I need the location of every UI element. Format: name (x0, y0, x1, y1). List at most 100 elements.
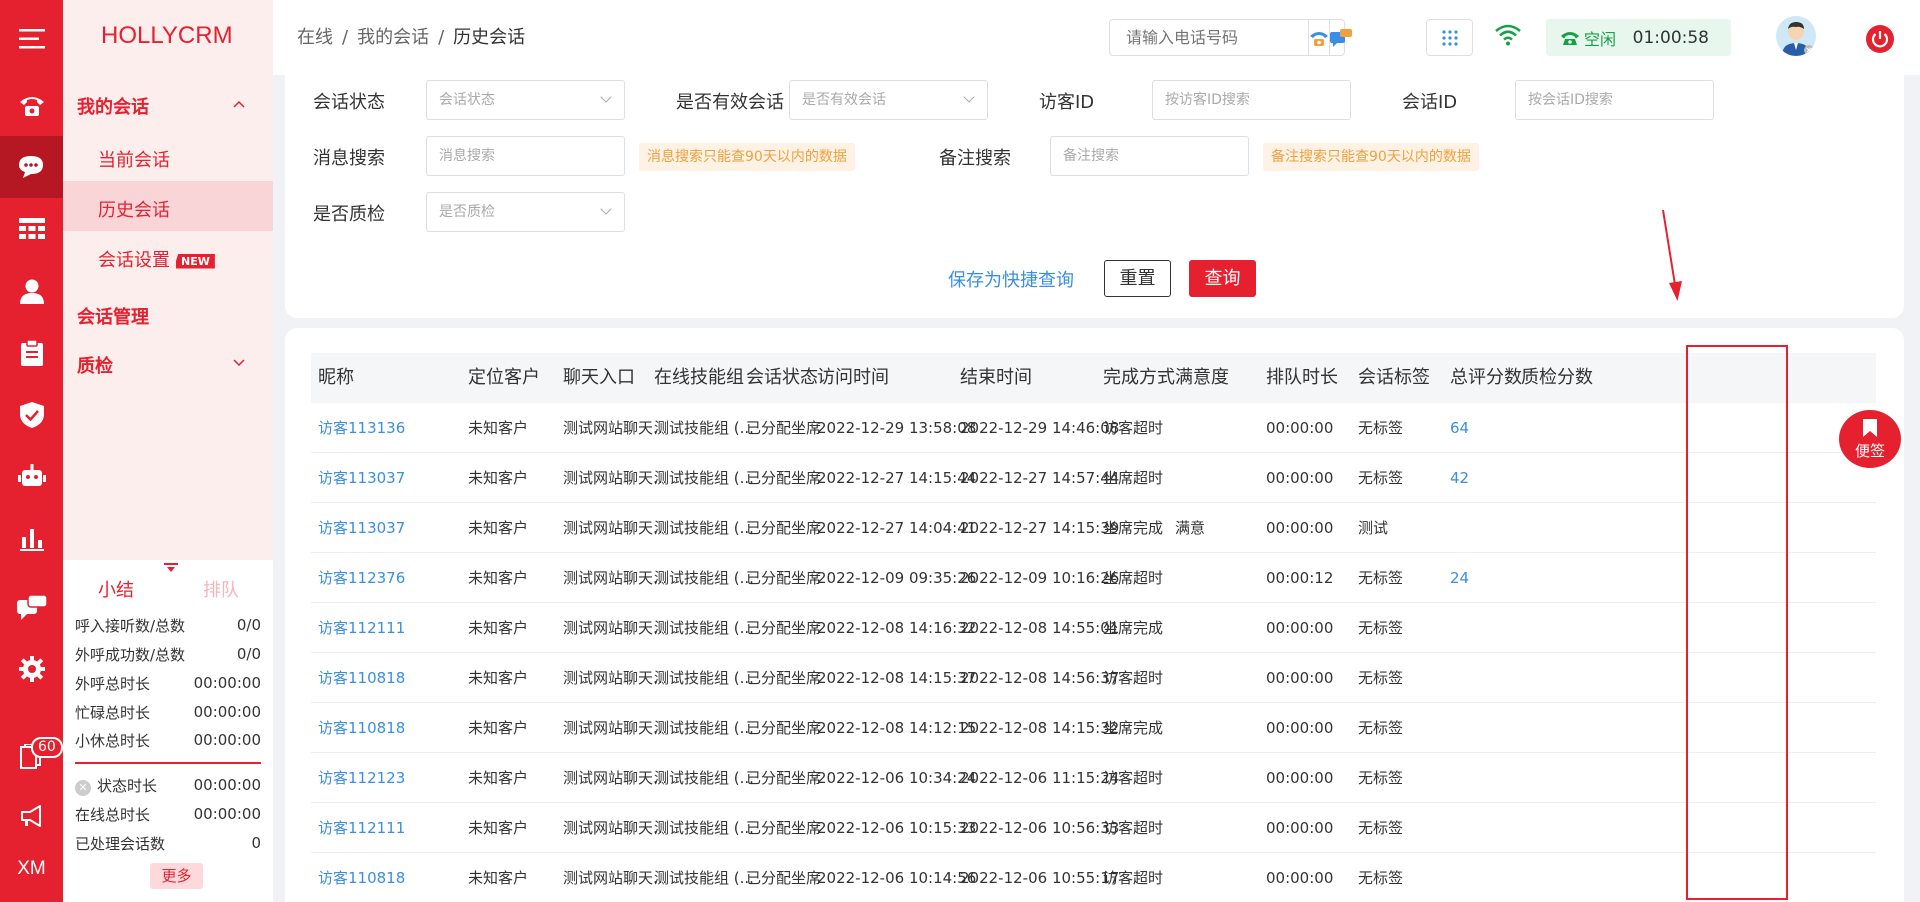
nav-group-my-sessions[interactable]: 我的会话 (77, 93, 149, 119)
cell-skill-group: 测试技能组 (... (654, 719, 754, 737)
stat-status-duration: ✕ 状态时长 00:00:00 (75, 771, 261, 799)
cell-total-score[interactable]: 42 (1450, 453, 1469, 503)
tab-queue[interactable]: 排队 (203, 576, 239, 602)
sticky-note-label: 便签 (1854, 442, 1885, 460)
chevron-down-icon (600, 203, 612, 215)
page-scrollbar[interactable] (1910, 75, 1920, 902)
visitor-id-input[interactable]: 按访客ID搜索 (1152, 80, 1351, 120)
nav-group-session-management[interactable]: 会话管理 (77, 303, 149, 329)
chevron-down-icon[interactable] (233, 355, 245, 371)
breadcrumb-item[interactable]: 在线 (297, 27, 333, 48)
nav-group-quality-check[interactable]: 质检 (77, 352, 113, 378)
chevron-up-icon[interactable] (233, 96, 245, 112)
column-header-locate-customer: 定位客户 (468, 367, 540, 388)
cell-nickname[interactable]: 访客112111 (318, 603, 405, 653)
message-search-input[interactable]: 消息搜索 (426, 136, 625, 176)
menu-icon[interactable] (0, 8, 63, 70)
robot-icon[interactable] (0, 446, 63, 508)
quality-checked-select[interactable]: 是否质检 (426, 192, 625, 232)
cell-session-tag: 无标签 (1358, 419, 1404, 437)
cell-nickname[interactable]: 访客110818 (318, 653, 405, 703)
cell-nickname[interactable]: 访客110818 (318, 853, 405, 902)
query-button[interactable]: 查询 (1189, 260, 1256, 297)
cell-queue-duration: 00:00:00 (1266, 869, 1334, 887)
shield-icon[interactable] (0, 384, 63, 446)
breadcrumb-item[interactable]: 我的会话 (357, 27, 429, 48)
table-row[interactable]: 访客113136 未知客户 测试网站聊天... 测试技能组 (... 已分配坐席 2022… (311, 403, 1876, 453)
remark-search-input[interactable]: 备注搜索 (1050, 136, 1249, 176)
close-circle-icon[interactable]: ✕ (75, 779, 91, 796)
power-icon[interactable] (1866, 25, 1894, 53)
more-button[interactable]: 更多 (150, 863, 203, 889)
table-row[interactable]: 访客112111 未知客户 测试网站聊天... 测试技能组 (... 已分配坐席 2022… (311, 603, 1876, 653)
clipboard-icon[interactable] (0, 322, 63, 384)
sms-button[interactable] (1329, 20, 1352, 55)
cell-total-score[interactable]: 24 (1450, 553, 1469, 603)
valid-session-select[interactable]: 是否有效会话 (789, 80, 988, 120)
megaphone-icon[interactable] (0, 785, 63, 847)
new-badge: NEW (176, 253, 215, 269)
input-placeholder: 备注搜索 (1063, 148, 1119, 164)
annotation-arrow-icon (1662, 209, 1682, 301)
session-status-select[interactable]: 会话状态 (426, 80, 625, 120)
table-row[interactable]: 访客113037 未知客户 测试网站聊天... 测试技能组 (... 已分配坐席 2022… (311, 453, 1876, 503)
avatar[interactable] (1776, 16, 1816, 56)
reset-button[interactable]: 重置 (1104, 260, 1171, 297)
table-row[interactable]: 访客110818 未知客户 测试网站聊天... 测试技能组 (... 已分配坐席 2022… (311, 853, 1876, 902)
chat-icon[interactable] (0, 136, 63, 198)
nav-item-session-settings[interactable]: 会话设置 NEW (98, 246, 215, 272)
cell-session-status: 已分配坐席 (746, 569, 822, 587)
input-placeholder: 按访客ID搜索 (1165, 92, 1250, 108)
phone-input[interactable] (1110, 20, 1308, 55)
cell-queue-duration: 00:00:00 (1266, 419, 1334, 437)
table-row[interactable]: 访客112376 未知客户 测试网站聊天... 测试技能组 (... 已分配坐席 2022… (311, 553, 1876, 603)
sticky-note-button[interactable]: 便签 (1839, 410, 1901, 468)
phone-icon[interactable] (0, 74, 63, 136)
status-timer: 01:00:58 (1632, 27, 1709, 48)
cell-visit-time: 2022-12-09 09:35:26 (817, 569, 977, 587)
session-id-input[interactable]: 按会话ID搜索 (1515, 80, 1714, 120)
dial-button[interactable] (1308, 20, 1329, 55)
cell-skill-group: 测试技能组 (... (654, 469, 754, 487)
user-icon[interactable] (0, 260, 63, 322)
cell-nickname[interactable]: 访客112123 (318, 753, 405, 803)
column-header-total-score: 总评分数 (1450, 367, 1522, 388)
tab-summary[interactable]: 小结 (98, 576, 134, 602)
cell-nickname[interactable]: 访客110818 (318, 703, 405, 753)
cell-session-tag: 无标签 (1358, 619, 1404, 637)
cell-nickname[interactable]: 访客112376 (318, 553, 405, 603)
cell-skill-group: 测试技能组 (... (654, 569, 754, 587)
cell-nickname[interactable]: 访客113037 (318, 453, 405, 503)
bar-chart-icon[interactable] (0, 508, 63, 570)
cell-end-time: 2022-12-27 14:57:44 (960, 469, 1120, 487)
agent-status[interactable]: 空闲 01:00:58 (1546, 19, 1731, 56)
gear-icon[interactable] (0, 638, 63, 700)
cell-finish-method: 访客超时 (1103, 869, 1164, 887)
table-row[interactable]: 访客112111 未知客户 测试网站聊天... 测试技能组 (... 已分配坐席 2022… (311, 803, 1876, 853)
cell-nickname[interactable]: 访客112111 (318, 803, 405, 853)
status-phone-icon (1561, 32, 1579, 45)
column-header-queue-duration: 排队时长 (1266, 367, 1338, 388)
cell-session-tag: 无标签 (1358, 719, 1404, 737)
select-placeholder: 是否质检 (439, 204, 495, 220)
stat-inbound: 呼入接听数/总数 0/0 (75, 611, 261, 639)
cell-chat-entry: 测试网站聊天... (563, 469, 668, 487)
save-quick-query-link[interactable]: 保存为快捷查询 (948, 266, 1074, 292)
table-row[interactable]: 访客112123 未知客户 测试网站聊天... 测试技能组 (... 已分配坐席 2022… (311, 753, 1876, 803)
message-icon[interactable] (0, 577, 63, 639)
cell-locate-customer: 未知客户 (468, 619, 529, 637)
cell-finish-method: 访客超时 (1103, 669, 1164, 687)
apps-grid-icon[interactable] (1426, 19, 1473, 56)
cell-visit-time: 2022-12-06 10:15:33 (817, 819, 977, 837)
nav-item-current-session[interactable]: 当前会话 (98, 146, 170, 172)
table-icon[interactable] (0, 198, 63, 260)
table-row[interactable]: 访客110818 未知客户 测试网站聊天... 测试技能组 (... 已分配坐席 2022… (311, 653, 1876, 703)
table-row[interactable]: 访客113037 未知客户 测试网站聊天... 测试技能组 (... 已分配坐席 2022… (311, 503, 1876, 553)
cell-total-score[interactable]: 64 (1450, 403, 1469, 453)
nav-item-history-session[interactable]: 历史会话 (98, 196, 170, 222)
cell-nickname[interactable]: 访客113136 (318, 403, 405, 453)
cell-nickname[interactable]: 访客113037 (318, 503, 405, 553)
cell-end-time: 2022-12-29 14:46:08 (960, 419, 1120, 437)
column-header-finish-method: 完成方式 (1103, 367, 1175, 388)
table-row[interactable]: 访客110818 未知客户 测试网站聊天... 测试技能组 (... 已分配坐席 2022… (311, 703, 1876, 753)
